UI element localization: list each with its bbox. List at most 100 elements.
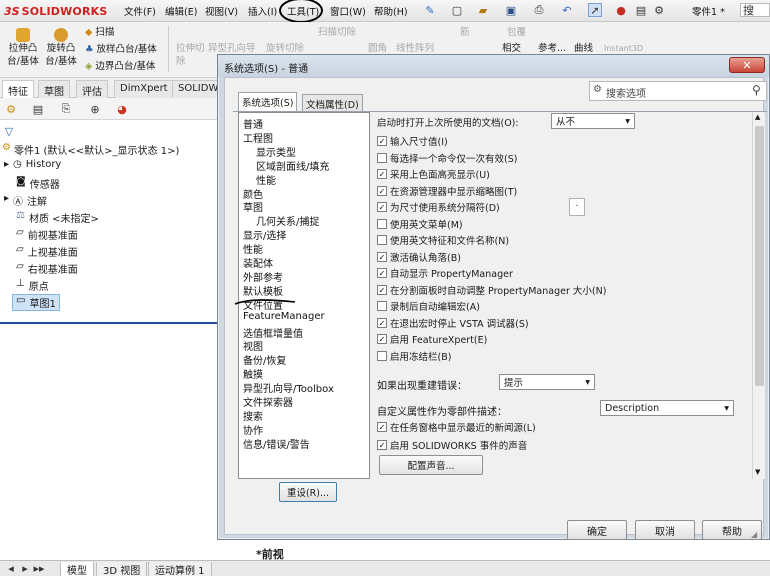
option-row[interactable]: ✓ 在分割面板时自动调整 PropertyManager 大小(N) [377, 283, 606, 297]
undo-icon[interactable]: ↶ [560, 3, 574, 17]
option-checkbox[interactable] [377, 235, 387, 245]
open-folder-icon[interactable]: ▰ [476, 3, 490, 17]
open-last-document-select[interactable]: 从不 ▾ [551, 113, 635, 129]
scroll-left-icon[interactable]: ◂ [4, 562, 18, 575]
search-options-field[interactable]: ⚙ 搜索选项 ⚲ [589, 81, 767, 101]
tab-evaluate[interactable]: 评估 [76, 80, 108, 98]
print-icon[interactable]: ⎙ [532, 3, 546, 17]
option-checkbox[interactable]: ✓ [377, 268, 387, 278]
option-checkbox[interactable]: ✓ [377, 334, 387, 344]
sweep-button[interactable]: ◆ 扫描 [85, 26, 114, 39]
category-item[interactable]: 外部参考 [243, 269, 283, 284]
revolve-boss-button[interactable]: 旋转凸台/基体 [44, 28, 78, 68]
category-item[interactable]: 信息/错误/警告 [243, 436, 310, 451]
category-item[interactable]: 搜索 [243, 408, 263, 423]
category-item[interactable]: 协作 [243, 422, 263, 437]
menu-window[interactable]: 窗口(W) [330, 4, 366, 18]
tree-item-origin[interactable]: ⊥ 原点 [16, 278, 49, 293]
menu-file[interactable]: 文件(F) [124, 4, 156, 18]
expand-arrow-icon[interactable]: ▸ [4, 159, 9, 170]
category-item[interactable]: 工程图 [243, 130, 273, 145]
option-row[interactable]: ✓ 在资源管理器中显示缩略图(T) [377, 184, 517, 198]
separator-character-field[interactable]: . [569, 198, 585, 216]
tree-item-right-plane[interactable]: ▱ 右视基准面 [16, 261, 78, 276]
tab-sketch[interactable]: 草图 [38, 80, 70, 98]
cancel-button[interactable]: 取消 [635, 520, 695, 540]
category-item[interactable]: 几何关系/捕捉 [256, 213, 319, 228]
select-arrow-icon[interactable]: ➚ [588, 3, 602, 17]
option-checkbox[interactable] [377, 218, 387, 229]
category-item[interactable]: 颜色 [243, 186, 263, 201]
options-scrollbar[interactable]: ▲ ▼ [752, 112, 765, 479]
news-feed-checkbox[interactable]: ✓ [377, 422, 387, 432]
scroll-down-icon[interactable]: ▼ [755, 468, 760, 476]
search-commands-field[interactable]: 搜 [740, 3, 770, 17]
rebuild-error-select[interactable]: 提示 ▾ [499, 374, 595, 390]
tree-item-material[interactable]: ⚖ 材质 <未指定> [16, 210, 99, 225]
option-checkbox[interactable]: ✓ [377, 317, 387, 328]
rebuild-traffic-light-icon[interactable]: ● [614, 3, 628, 17]
menu-help[interactable]: 帮助(H) [374, 4, 408, 18]
option-checkbox[interactable]: ✓ [377, 136, 387, 146]
category-item[interactable]: 触摸 [243, 366, 263, 381]
scroll-right-icon[interactable]: ▸ [18, 562, 32, 575]
dialog-title-bar[interactable]: 系统选项(S) - 普通 ✕ [218, 55, 769, 77]
tree-item-top-plane[interactable]: ▱ 上视基准面 [16, 244, 78, 259]
option-row[interactable]: ✓ 启用 FeatureXpert(E) [377, 332, 487, 346]
option-row[interactable]: 使用英文菜单(M) [377, 217, 463, 231]
category-item[interactable]: 显示类型 [256, 144, 296, 159]
tab-document-properties[interactable]: 文档属性(D) [302, 94, 363, 111]
filter-icon[interactable]: ▽ [2, 124, 16, 138]
option-checkbox[interactable]: ✓ [377, 251, 387, 262]
extrude-boss-button[interactable]: 拉伸凸台/基体 [6, 28, 40, 68]
propertymanager-tab-icon[interactable]: ▤ [31, 102, 45, 116]
category-item[interactable]: 选值框增量值 [243, 325, 303, 340]
tab-model[interactable]: 模型 [60, 562, 94, 576]
tree-item-sensors[interactable]: ◙ 传感器 [16, 176, 60, 191]
category-item[interactable]: 视图 [243, 338, 263, 353]
custom-property-select[interactable]: Description ▾ [600, 400, 734, 416]
event-sound-option[interactable]: ✓ 启用 SOLIDWORKS 事件的声音 [377, 438, 527, 452]
category-item[interactable]: 草图 [243, 199, 263, 214]
expand-arrow-icon[interactable]: ▸ [4, 193, 9, 208]
option-row[interactable]: ✓ 为尺寸使用系统分隔符(D) [377, 200, 500, 214]
option-checkbox[interactable] [377, 350, 387, 361]
option-row[interactable]: ✓ 自动显示 PropertyManager [377, 266, 513, 280]
news-feed-option[interactable]: ✓ 在任务窗格中显示最近的新闻源(L) [377, 420, 536, 434]
menu-edit[interactable]: 编辑(E) [165, 4, 197, 18]
close-icon[interactable]: ✕ [729, 57, 765, 73]
scroll-up-icon[interactable]: ▲ [755, 113, 760, 121]
save-icon[interactable]: ▣ [504, 3, 518, 17]
option-row[interactable]: ✓ 在退出宏时停止 VSTA 调试器(S) [377, 316, 529, 330]
scroll-last-icon[interactable]: ▸▸ [32, 562, 46, 575]
ok-button[interactable]: 确定 [567, 520, 627, 540]
menu-insert[interactable]: 插入(I) [248, 4, 277, 18]
option-checkbox[interactable]: ✓ [377, 185, 387, 196]
category-item[interactable]: FeatureManager [243, 311, 325, 322]
option-checkbox[interactable]: ✓ [377, 169, 387, 179]
category-item[interactable]: 异型孔向导/Toolbox [243, 380, 334, 395]
option-row[interactable]: 启用冻结栏(B) [377, 349, 451, 363]
resize-grip-icon[interactable]: ◢ [751, 530, 757, 539]
scrollbar-thumb[interactable] [755, 126, 764, 386]
tab-dimxpert[interactable]: DimXpert [114, 80, 174, 98]
option-checkbox[interactable] [377, 152, 387, 163]
reset-button[interactable]: 重设(R)... [279, 482, 337, 502]
option-row[interactable]: 每选择一个命令仅一次有效(S) [377, 151, 517, 165]
pin-icon[interactable]: ✎ [423, 3, 437, 17]
option-row[interactable]: 使用英文特征和文件名称(N) [377, 233, 509, 247]
tree-item-front-plane[interactable]: ▱ 前视基准面 [16, 227, 78, 242]
new-document-icon[interactable]: ▢ [450, 3, 464, 17]
file-properties-icon[interactable]: ▤ [634, 3, 648, 17]
category-item[interactable]: 文件探索器 [243, 394, 293, 409]
event-sound-checkbox[interactable]: ✓ [377, 440, 387, 450]
category-item[interactable]: 区域剖面线/填充 [256, 158, 329, 173]
configurationmanager-tab-icon[interactable]: ⎘ [59, 102, 73, 116]
configure-sounds-button[interactable]: 配置声音... [379, 455, 483, 475]
category-item[interactable]: 装配体 [243, 255, 273, 270]
option-row[interactable]: ✓ 激活确认角落(B) [377, 250, 461, 264]
option-checkbox[interactable] [377, 301, 387, 311]
tab-3d-views[interactable]: 3D 视图 [96, 562, 148, 576]
tab-features[interactable]: 特征 [2, 80, 34, 98]
loft-button[interactable]: ♣ 放样凸台/基体 [85, 43, 157, 56]
